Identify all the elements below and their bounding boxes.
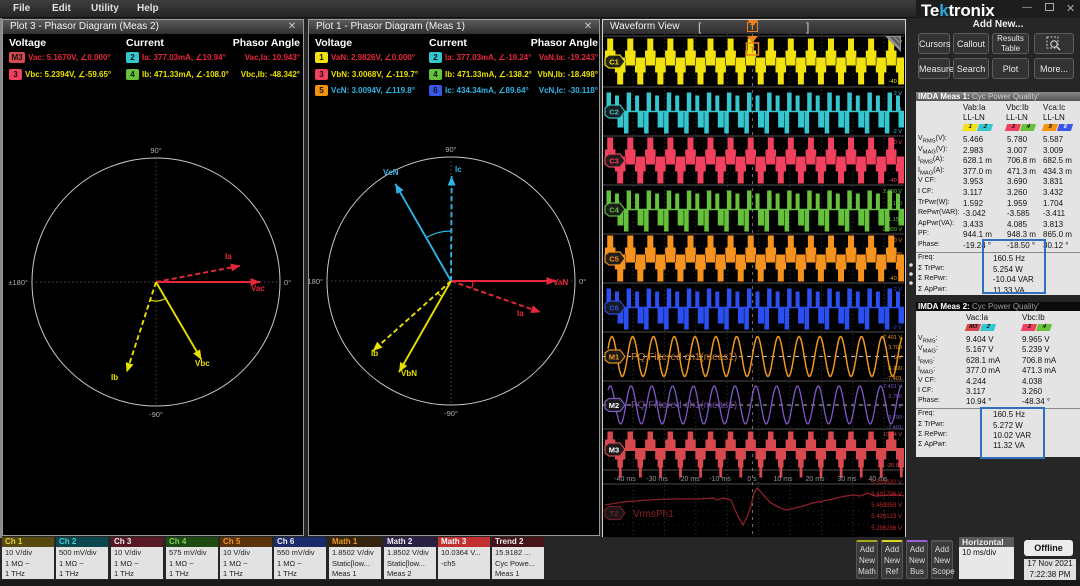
svg-text:Vbc: Vbc xyxy=(195,359,210,368)
svg-text:-20.88: -20.88 xyxy=(886,463,902,469)
svg-text:-2 V: -2 V xyxy=(892,325,902,331)
svg-text:5.426123 V: 5.426123 V xyxy=(871,514,902,520)
svg-text:C1: C1 xyxy=(609,58,619,67)
svg-text:1.150: 1.150 xyxy=(888,201,902,207)
svg-text:5.296286 V: 5.296286 V xyxy=(871,526,902,532)
svg-text:±180°: ±180° xyxy=(8,278,28,287)
svg-text:C3: C3 xyxy=(609,157,619,166)
svg-text:-40 V: -40 V xyxy=(889,79,902,85)
svg-text:-7.401: -7.401 xyxy=(886,425,902,431)
svg-text:90°: 90° xyxy=(445,145,456,154)
svg-text:-40 V: -40 V xyxy=(889,178,902,184)
svg-text:VbN: VbN xyxy=(401,369,417,378)
svg-text:Ia: Ia xyxy=(517,309,524,318)
svg-text:T2: T2 xyxy=(610,509,619,518)
svg-text:7.401 V: 7.401 V xyxy=(883,335,902,341)
svg-text:3.700: 3.700 xyxy=(888,366,902,372)
svg-text:10 ms: 10 ms xyxy=(773,476,793,483)
svg-text:C6: C6 xyxy=(609,304,619,313)
svg-text:0 s: 0 s xyxy=(747,476,757,483)
svg-text:2.300 V: 2.300 V xyxy=(883,189,902,195)
svg-text:-30 ms: -30 ms xyxy=(646,476,668,483)
svg-text:-7.401: -7.401 xyxy=(886,376,902,382)
svg-text:0°: 0° xyxy=(284,278,291,287)
svg-text:3.700: 3.700 xyxy=(888,415,902,421)
svg-text:M2: M2 xyxy=(609,401,619,410)
svg-text:-2.300 V: -2.300 V xyxy=(881,227,902,233)
svg-text:90°: 90° xyxy=(150,146,161,155)
svg-text:C2: C2 xyxy=(609,108,619,117)
svg-text:10.44 V: 10.44 V xyxy=(883,432,902,438)
svg-text:T: T xyxy=(750,45,756,55)
svg-text:2 V: 2 V xyxy=(894,287,903,293)
svg-text:Ib: Ib xyxy=(111,373,118,382)
svg-text:20: 20 xyxy=(896,252,902,258)
svg-text:0°: 0° xyxy=(579,277,586,286)
svg-text:±180°: ±180° xyxy=(309,277,323,286)
svg-text:PQ:Filtered ch1(meas1): PQ:Filtered ch1(meas1) xyxy=(631,352,737,363)
svg-text:-1: -1 xyxy=(897,107,902,113)
svg-text:VcN: VcN xyxy=(383,168,399,177)
svg-text:-10 ms: -10 ms xyxy=(709,476,731,483)
svg-text:-40 V: -40 V xyxy=(889,276,902,282)
svg-text:5.459959 V: 5.459959 V xyxy=(871,503,902,509)
svg-text:2 V: 2 V xyxy=(894,91,903,97)
svg-text:5.491796 V: 5.491796 V xyxy=(871,492,902,498)
svg-text:0 V: 0 V xyxy=(894,355,903,361)
svg-text:40 V: 40 V xyxy=(891,140,903,146)
svg-text:VrmsPh1: VrmsPh1 xyxy=(633,509,674,520)
svg-text:VaN: VaN xyxy=(553,278,568,287)
svg-text:-2 V: -2 V xyxy=(892,129,902,135)
svg-text:Ia: Ia xyxy=(225,252,232,261)
svg-text:-90°: -90° xyxy=(149,410,163,419)
svg-text:40 V: 40 V xyxy=(891,238,903,244)
svg-text:M1: M1 xyxy=(609,353,619,362)
svg-text:PQ:Filtered ch1(meas1): PQ:Filtered ch1(meas1) xyxy=(631,400,737,411)
svg-text:3.700: 3.700 xyxy=(888,345,902,351)
svg-text:-20 ms: -20 ms xyxy=(678,476,700,483)
svg-text:30 ms: 30 ms xyxy=(837,476,857,483)
svg-text:0 V: 0 V xyxy=(894,404,903,410)
svg-text:5.533632 V: 5.533632 V xyxy=(871,480,902,486)
svg-text:C5: C5 xyxy=(609,255,619,264)
svg-text:-1.150: -1.150 xyxy=(886,217,902,223)
svg-text:Vac: Vac xyxy=(251,284,265,293)
svg-text:Ic: Ic xyxy=(455,165,462,174)
svg-text:-90°: -90° xyxy=(444,409,458,418)
svg-text:20 ms: 20 ms xyxy=(805,476,825,483)
svg-text:3.700: 3.700 xyxy=(888,394,902,400)
svg-text:Ib: Ib xyxy=(371,349,378,358)
svg-text:7.401 V: 7.401 V xyxy=(883,384,902,390)
svg-text:M3: M3 xyxy=(609,446,619,455)
svg-text:-40 ms: -40 ms xyxy=(614,476,636,483)
svg-text:C4: C4 xyxy=(609,206,619,215)
